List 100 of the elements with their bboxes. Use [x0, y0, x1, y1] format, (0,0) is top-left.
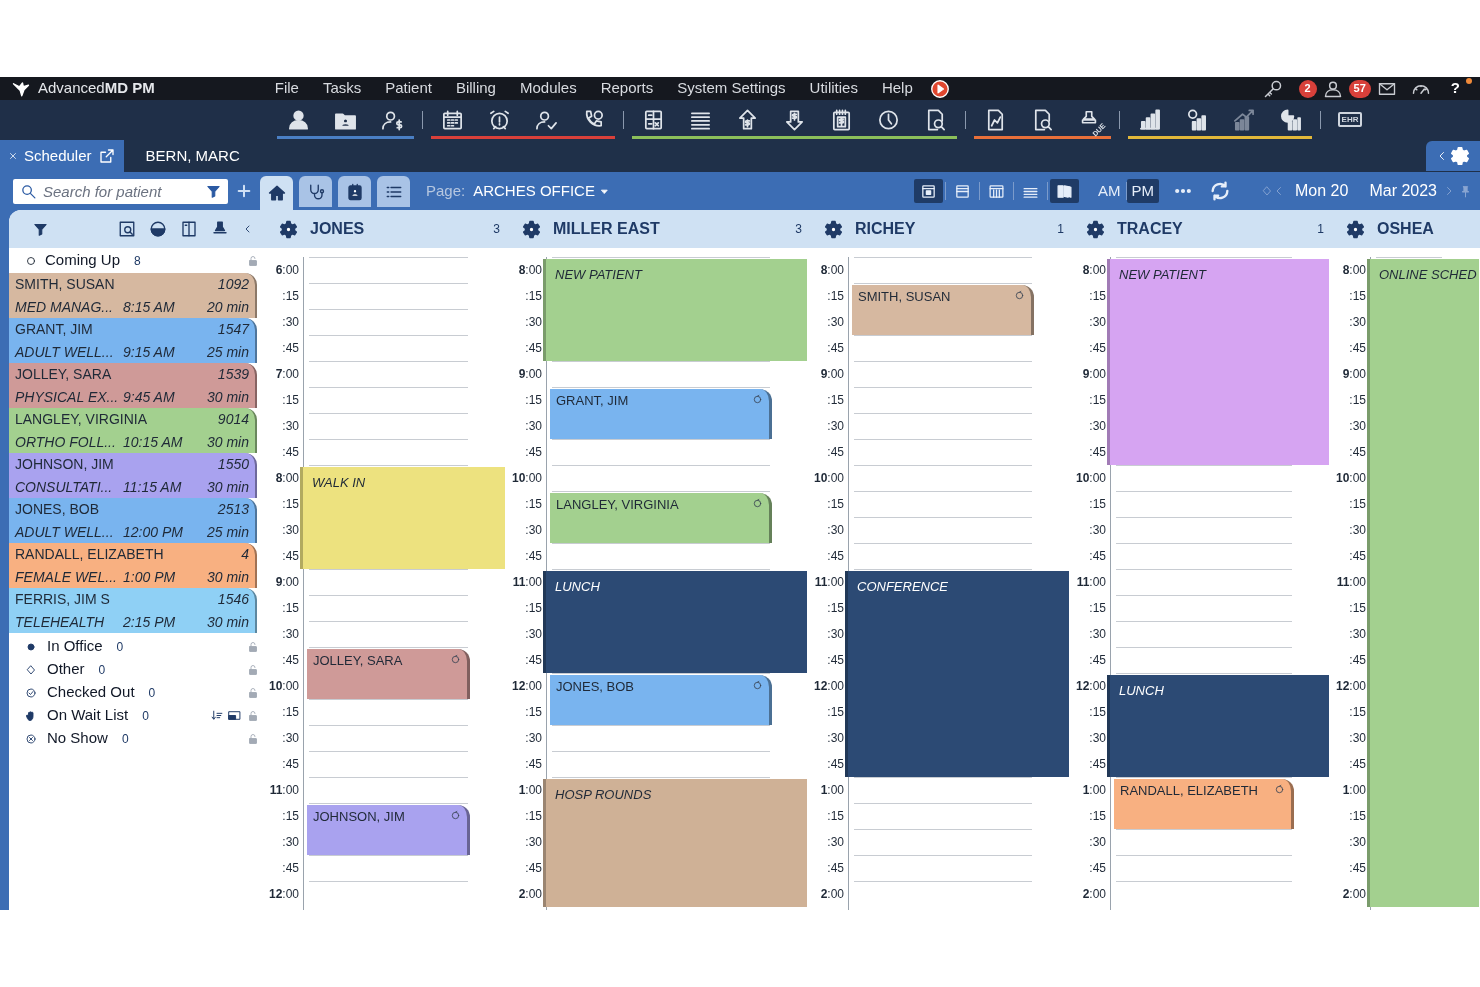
menu-item[interactable]: Reports: [588, 77, 666, 100]
appointment-block[interactable]: SMITH, SUSAN: [852, 285, 1034, 335]
appointment-block[interactable]: JOLLEY, SARA: [307, 649, 470, 699]
settings-icon[interactable]: [824, 219, 843, 239]
appointment-block[interactable]: NEW PATIENT: [543, 259, 807, 361]
appointment-card[interactable]: JOLLEY, SARA 1539 PHYSICAL EX... 9:45 AM 30 min: [9, 363, 257, 408]
filter-icon[interactable]: [33, 221, 48, 237]
appointment-block[interactable]: CONFERENCE: [845, 571, 1069, 777]
appointment-block[interactable]: RANDALL, ELIZABETH: [1114, 779, 1294, 829]
play-icon[interactable]: [930, 79, 949, 98]
help-link[interactable]: ?: [1450, 77, 1460, 100]
patient-name: LANGLEY, VIRGINIA: [15, 410, 147, 428]
status-label[interactable]: Other: [47, 658, 85, 681]
time-label: :15: [826, 808, 844, 825]
key-icon[interactable]: [1262, 78, 1283, 99]
appointment-card[interactable]: JONES, BOB 2513 ADULT WELL... 12:00 PM 25 min: [9, 498, 257, 543]
status-label[interactable]: No Show: [47, 727, 108, 750]
settings-icon[interactable]: [1086, 219, 1105, 239]
appointment-type: ORTHO FOLL...: [15, 433, 117, 451]
tab[interactable]: Scheduler: [0, 140, 124, 172]
menu-item[interactable]: Help: [869, 77, 925, 100]
add-icon[interactable]: [236, 183, 252, 199]
page-dropdown[interactable]: ARCHES OFFICE: [473, 179, 610, 203]
time-label: :15: [281, 808, 299, 825]
date-day[interactable]: Mon 20: [1295, 179, 1349, 203]
trend-chart-icon[interactable]: [1231, 107, 1255, 132]
time-label: :30: [1088, 834, 1106, 851]
external-link-icon[interactable]: [97, 147, 116, 165]
notification-badge: 57: [1348, 79, 1371, 98]
bar-chart-icon[interactable]: [1137, 107, 1161, 132]
appointment-block[interactable]: HOSP ROUNDS: [543, 779, 807, 907]
time-label: 7:00: [274, 366, 299, 383]
time-label: :45: [826, 444, 844, 461]
status-label[interactable]: On Wait List: [47, 704, 129, 727]
columns-icon[interactable]: [180, 220, 198, 238]
menu-item[interactable]: Billing: [443, 77, 508, 100]
menu-item[interactable]: File: [262, 77, 311, 100]
appointment-label: NEW PATIENT: [555, 267, 642, 282]
layout-button[interactable]: [1050, 179, 1080, 203]
time-label: :45: [1348, 548, 1366, 565]
settings-icon[interactable]: [1346, 219, 1365, 239]
view-tab[interactable]: [299, 176, 332, 207]
appointment-label: SMITH, SUSAN: [858, 288, 951, 306]
time-label: :15: [524, 600, 542, 617]
appointment-block[interactable]: LUNCH: [543, 571, 807, 673]
menu-item[interactable]: System Settings: [665, 77, 798, 100]
menu-item[interactable]: Patient: [373, 77, 444, 100]
date-month[interactable]: Mar 2023: [1369, 179, 1437, 203]
tab[interactable]: BERN, MARC: [137, 140, 248, 172]
appointment-card[interactable]: GRANT, JIM 1547 ADULT WELL... 9:15 AM 25 min: [9, 318, 257, 363]
appointment-card[interactable]: SMITH, SUSAN 1092 MED MANAG... 8:15 AM 20 min: [9, 273, 257, 318]
menu-item[interactable]: Tasks: [310, 77, 374, 100]
period-toggle[interactable]: AM: [1093, 179, 1126, 203]
time-label: :30: [1088, 522, 1106, 539]
sort-icon[interactable]: [210, 709, 224, 722]
view-tab[interactable]: [377, 176, 410, 207]
time-label: 8:00: [274, 470, 299, 487]
time-label: :15: [524, 704, 542, 721]
appointment-block[interactable]: LANGLEY, VIRGINIA: [550, 493, 772, 543]
time-label: :15: [1348, 600, 1366, 617]
period-toggle[interactable]: PM: [1126, 179, 1160, 203]
appointment-card[interactable]: RANDALL, ELIZABETH 4 FEMALE WEL... 1:00 PM 30 min: [9, 543, 257, 588]
appointment-card[interactable]: JOHNSON, JIM 1550 CONSULTATI... 11:15 AM 30 min: [9, 453, 257, 498]
search-icon[interactable]: [20, 182, 37, 200]
appointment-block[interactable]: GRANT, JIM: [550, 389, 772, 439]
sync-icon: [752, 680, 763, 691]
time-label: :45: [524, 340, 542, 357]
half-circle-icon[interactable]: [149, 220, 167, 238]
status-label[interactable]: In Office: [47, 635, 103, 658]
appointment-duration: 30 min: [206, 478, 249, 496]
appointment-block[interactable]: LUNCH: [1107, 675, 1329, 777]
appointment-label: ONLINE SCHED: [1379, 267, 1477, 282]
appointment-block[interactable]: JOHNSON, JIM: [307, 805, 470, 855]
appointment-card[interactable]: FERRIS, JIM S 1546 TELEHEALTH 2:15 PM 30 min: [9, 588, 257, 633]
menu-item[interactable]: Utilities: [797, 77, 870, 100]
settings-icon[interactable]: [522, 219, 541, 239]
appointment-block[interactable]: NEW PATIENT: [1107, 259, 1329, 465]
close-icon[interactable]: [8, 151, 18, 161]
screen-label[interactable]: EHR: [1337, 112, 1363, 127]
time-label: :15: [826, 288, 844, 305]
appointment-block[interactable]: WALK IN: [300, 467, 505, 569]
time-label: :15: [1348, 392, 1366, 409]
row-view-icon: [954, 182, 972, 200]
search-field[interactable]: Search for patient: [13, 178, 228, 204]
search-list-icon[interactable]: [118, 220, 136, 238]
status-label[interactable]: Checked Out: [47, 681, 135, 704]
appointment-card[interactable]: LANGLEY, VIRGINIA 9014 ORTHO FOLL... 10:15 AM 30 min: [9, 408, 257, 453]
appointment-block[interactable]: JONES, BOB: [550, 675, 772, 725]
pie-chart-icon[interactable]: [1278, 107, 1302, 132]
view-tab[interactable]: [260, 176, 293, 210]
panel-icon[interactable]: [226, 709, 243, 722]
menu-item[interactable]: Modules: [507, 77, 589, 100]
bird-logo-icon: [10, 79, 32, 98]
view-tab[interactable]: [338, 176, 371, 207]
settings-button[interactable]: [1426, 141, 1480, 171]
filter-icon[interactable]: [206, 183, 221, 199]
status-count: 0: [98, 661, 106, 679]
appointment-block[interactable]: ONLINE SCHED: [1367, 259, 1479, 907]
settings-icon[interactable]: [279, 219, 298, 239]
layout-button[interactable]: [914, 179, 944, 203]
